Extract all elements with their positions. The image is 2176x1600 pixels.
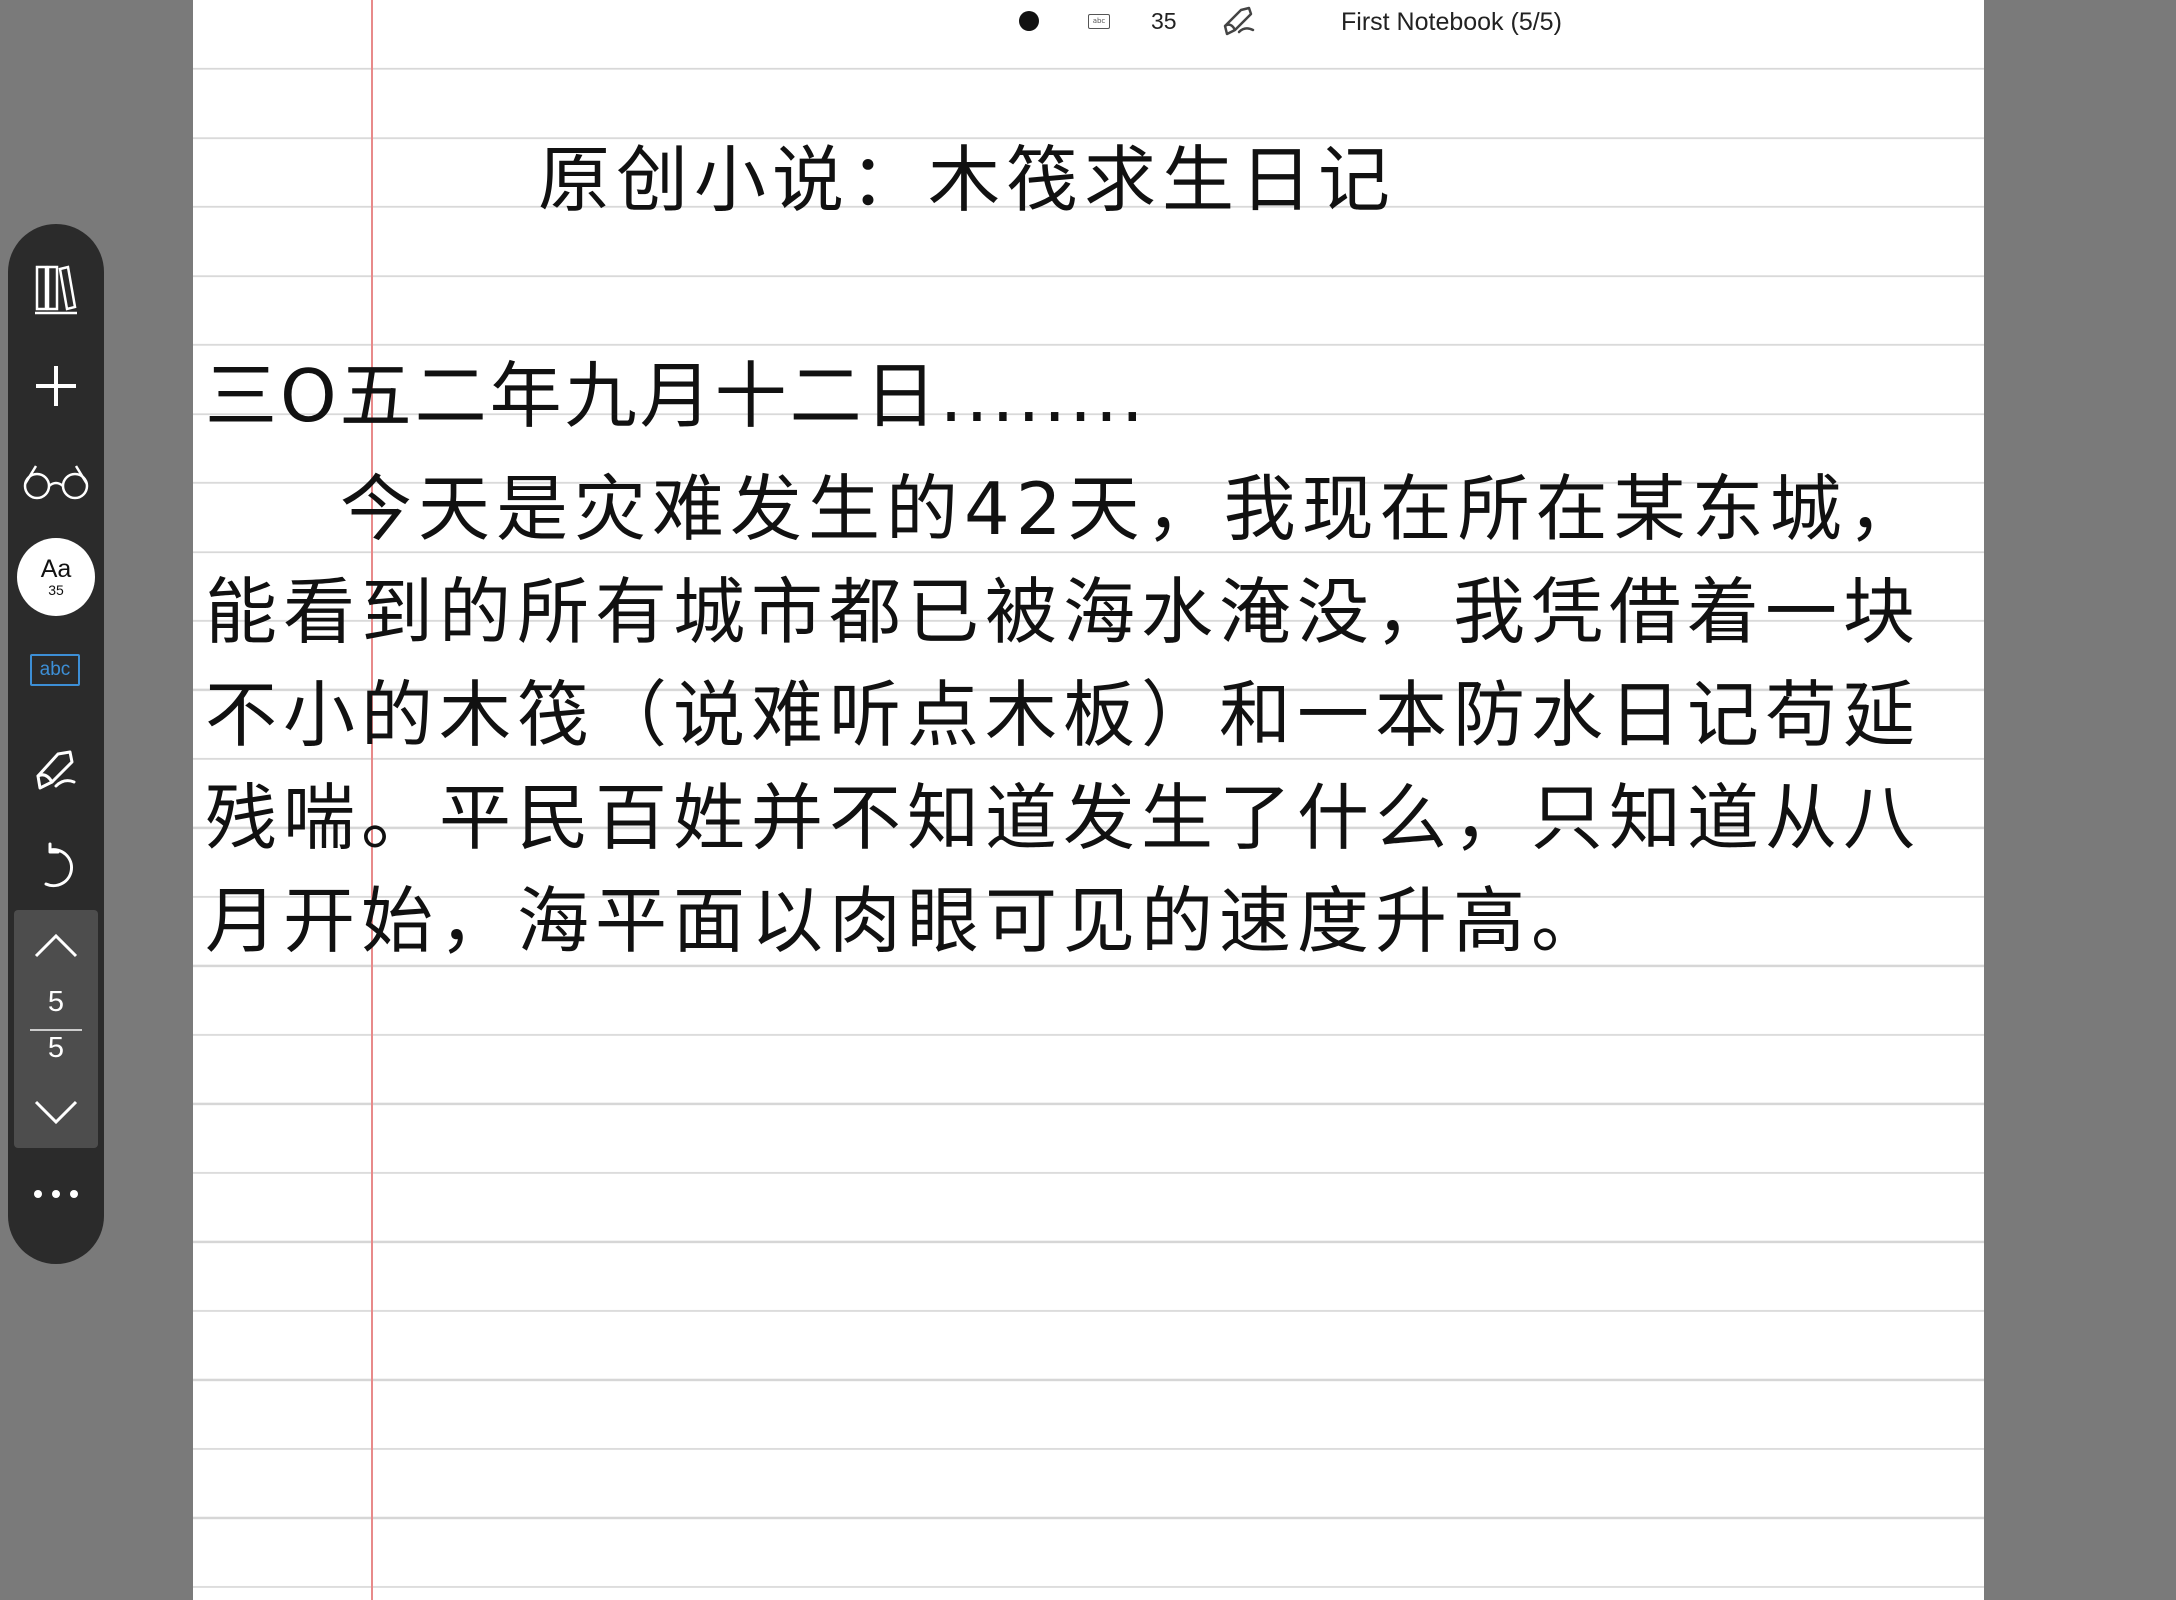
current-page: 5 <box>47 986 65 1018</box>
font-size-button[interactable]: Aa 35 <box>17 538 95 616</box>
more-button[interactable] <box>8 1174 104 1214</box>
more-icon <box>70 1190 78 1198</box>
more-icon <box>34 1190 42 1198</box>
font-button-label: Aa <box>40 555 72 583</box>
document-title[interactable]: 原创小说：木筏求生日记 <box>538 140 1396 220</box>
chevron-up-icon[interactable] <box>32 930 80 960</box>
add-page-button[interactable] <box>8 346 104 426</box>
pen-tool-button[interactable] <box>8 730 104 810</box>
status-font-size: 35 <box>1151 8 1177 34</box>
body-paragraph[interactable]: 今天是灾难发生的42天，我现在所在某东城，能看到的所有城市都已被海水淹没，我凭借… <box>205 458 1945 973</box>
page-divider <box>30 1029 82 1031</box>
side-toolbar: Aa 35 abc 5 5 <box>8 224 104 1264</box>
add-icon <box>36 366 76 406</box>
glasses-icon <box>23 465 89 500</box>
document-body[interactable]: 今天是灾难发生的42天，我现在所在某东城，能看到的所有城市都已被海水淹没，我凭借… <box>205 458 1945 973</box>
undo-button[interactable] <box>8 826 104 906</box>
page-navigator: 5 5 <box>14 910 98 1148</box>
keyboard-icon: abc <box>1088 14 1110 29</box>
document-date-line[interactable]: 三O五二年九月十二日........ <box>205 356 1147 436</box>
total-pages: 5 <box>47 1032 65 1064</box>
notebook-title: First Notebook (5/5) <box>1341 8 1562 36</box>
pen-icon <box>36 750 76 790</box>
more-icon <box>52 1190 60 1198</box>
pen-mode-icon <box>1223 6 1255 36</box>
library-icon <box>35 265 77 315</box>
library-button[interactable] <box>8 250 104 330</box>
undo-icon <box>44 842 73 888</box>
reading-mode-button[interactable] <box>8 442 104 522</box>
font-button-size: 35 <box>48 582 64 598</box>
chevron-down-icon[interactable] <box>32 1098 80 1128</box>
text-mode-button[interactable]: abc <box>30 654 80 686</box>
record-dot-icon <box>1019 11 1039 31</box>
